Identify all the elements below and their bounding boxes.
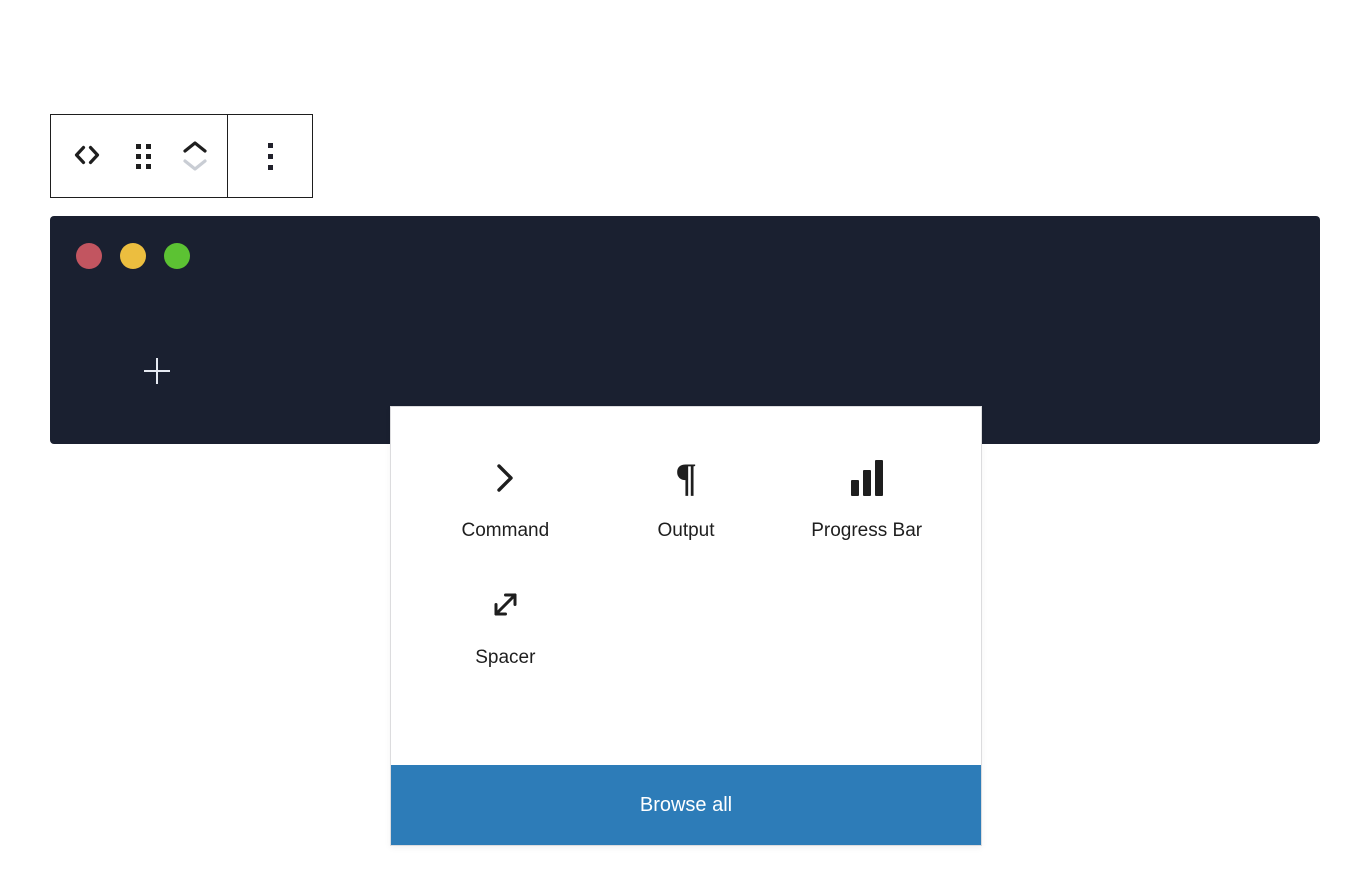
block-inserter-popover: Command ¶ Output Progress Bar Spacer Bro… [390,406,982,846]
block-options-button[interactable] [228,115,312,197]
block-inserter-list: Command ¶ Output Progress Bar Spacer [391,407,981,765]
block-mover-button[interactable] [171,115,219,197]
drag-handle-button[interactable] [115,115,171,197]
diagonal-resize-icon [488,584,522,626]
bar-chart-icon [850,457,883,499]
ellipsis-vertical-icon [267,142,273,170]
block-item-progress-bar[interactable]: Progress Bar [776,443,957,550]
block-toolbar-options-group [228,115,312,197]
block-item-command[interactable]: Command [415,443,596,550]
window-control-minimize[interactable] [120,243,146,269]
plus-icon [144,358,170,384]
block-item-label: Output [657,520,715,541]
block-item-label: Spacer [475,647,536,668]
chevron-right-icon [492,457,518,499]
code-icon [72,144,102,169]
window-control-close[interactable] [76,243,102,269]
pilcrow-icon: ¶ [675,455,697,500]
window-control-maximize[interactable] [164,243,190,269]
block-item-label: Command [461,520,550,541]
block-item-spacer[interactable]: Spacer [415,570,596,677]
editor-canvas: Command ¶ Output Progress Bar Spacer Bro… [0,0,1369,890]
chevron-up-icon[interactable] [180,139,210,155]
code-block-type-button[interactable] [59,115,115,197]
block-toolbar-main-group [51,115,227,197]
block-item-output[interactable]: ¶ Output [596,443,777,550]
drag-handle-icon [135,143,151,169]
block-grid: Command ¶ Output Progress Bar Spacer [415,443,957,677]
block-appender-button[interactable] [130,344,184,398]
browse-all-button[interactable]: Browse all [391,765,981,845]
block-item-label: Progress Bar [811,520,923,541]
terminal-window-controls [76,243,190,269]
block-toolbar [50,114,313,198]
chevron-down-icon[interactable] [180,157,210,173]
